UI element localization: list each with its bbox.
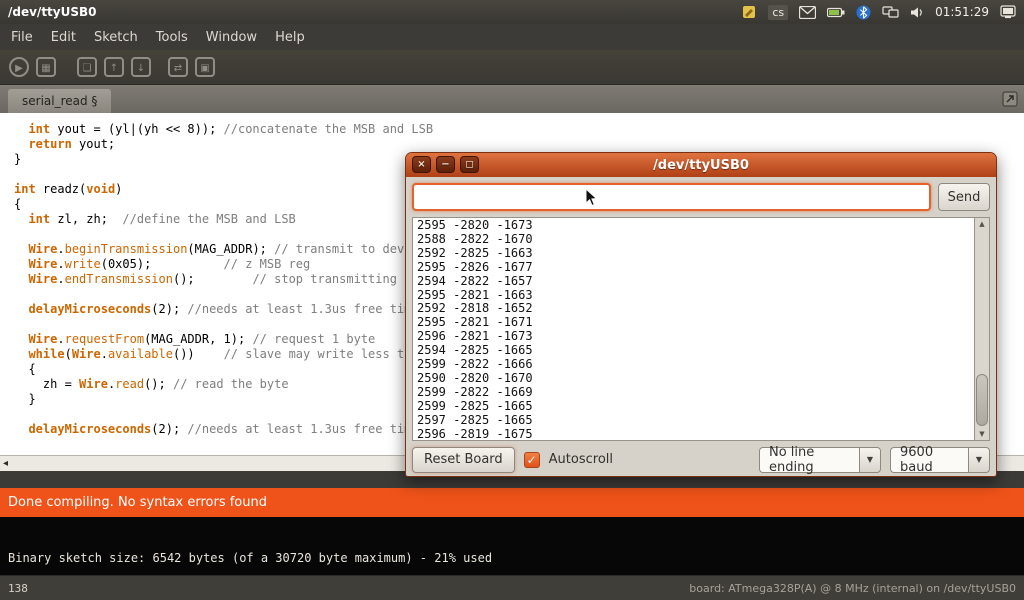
scroll-down-icon[interactable]: ▼ <box>975 430 989 438</box>
open-sketch-button[interactable]: ↑ <box>104 57 124 77</box>
chevron-down-icon[interactable]: ▼ <box>968 447 990 473</box>
serial-line: 2588 -2822 -1670 <box>417 233 974 247</box>
serial-monitor-button[interactable]: ▣ <box>195 57 215 77</box>
new-sketch-button[interactable]: ❏ <box>77 57 97 77</box>
menu-help[interactable]: Help <box>266 26 314 49</box>
serial-line: 2592 -2825 -1663 <box>417 247 974 261</box>
serial-line: 2590 -2820 -1670 <box>417 372 974 386</box>
menu-window[interactable]: Window <box>197 26 266 49</box>
network-icon[interactable] <box>882 6 899 19</box>
serial-scrollbar[interactable]: ▲ ▼ <box>974 218 989 440</box>
save-sketch-button[interactable]: ↓ <box>131 57 151 77</box>
keyboard-layout-indicator[interactable]: cs <box>768 5 788 20</box>
serial-monitor-body: Send 2595 -2820 -16732588 -2822 -1670259… <box>406 177 996 476</box>
reset-board-button[interactable]: Reset Board <box>412 447 515 473</box>
serial-line: 2594 -2825 -1665 <box>417 344 974 358</box>
serial-line: 2594 -2822 -1657 <box>417 275 974 289</box>
serial-line: 2595 -2820 -1673 <box>417 219 974 233</box>
top-panel: /dev/ttyUSB0 cs 01:51:29 <box>0 0 1024 24</box>
serial-monitor-titlebar[interactable]: × − ◻ /dev/ttyUSB0 <box>406 153 996 177</box>
tab-serial-read[interactable]: serial_read § <box>8 89 111 113</box>
scrollbar-thumb[interactable] <box>976 374 988 426</box>
serial-line: 2599 -2822 -1666 <box>417 358 974 372</box>
upload-button[interactable]: ⇄ <box>168 57 188 77</box>
baud-rate-dropdown[interactable]: 9600 baud ▼ <box>890 447 990 473</box>
autoscroll-checkbox[interactable]: ✓ <box>524 452 540 468</box>
mail-icon[interactable] <box>799 6 816 19</box>
autoscroll-label: Autoscroll <box>549 452 613 467</box>
compile-status-bar: Done compiling. No syntax errors found <box>0 488 1024 517</box>
mouse-cursor <box>585 188 598 211</box>
serial-line: 2596 -2819 -1675 <box>417 428 974 440</box>
system-tray: cs 01:51:29 <box>741 4 1016 20</box>
serial-monitor-title: /dev/ttyUSB0 <box>653 158 749 173</box>
menu-file[interactable]: File <box>2 26 42 49</box>
menu-sketch[interactable]: Sketch <box>85 26 147 49</box>
console-output: Binary sketch size: 6542 bytes (of a 307… <box>8 551 492 565</box>
compile-status-text: Done compiling. No syntax errors found <box>8 495 267 510</box>
verify-button[interactable]: ▶ <box>9 57 29 77</box>
serial-send-input[interactable] <box>412 183 931 211</box>
build-console: Binary sketch size: 6542 bytes (of a 307… <box>0 517 1024 575</box>
serial-line: 2592 -2818 -1652 <box>417 302 974 316</box>
serial-line: 2599 -2825 -1665 <box>417 400 974 414</box>
bluetooth-icon[interactable] <box>856 5 871 20</box>
code-line: int yout = (yl|(yh << 8)); //concatenate… <box>14 122 1024 137</box>
menu-tools[interactable]: Tools <box>147 26 197 49</box>
close-icon[interactable]: × <box>412 156 431 173</box>
baud-rate-value: 9600 baud <box>890 447 968 473</box>
menubar: FileEditSketchToolsWindowHelp <box>0 24 1024 50</box>
bottom-status-bar: 138 board: ATmega328P(A) @ 8 MHz (intern… <box>0 575 1024 600</box>
serial-line: 2597 -2825 -1665 <box>417 414 974 428</box>
stop-button[interactable]: ▦ <box>36 57 56 77</box>
scroll-up-icon[interactable]: ▲ <box>975 220 989 228</box>
maximize-icon[interactable]: ◻ <box>460 156 479 173</box>
serial-line: 2595 -2826 -1677 <box>417 261 974 275</box>
session-power-icon[interactable] <box>1000 5 1016 19</box>
window-title: /dev/ttyUSB0 <box>8 5 97 19</box>
serial-line: 2599 -2822 -1669 <box>417 386 974 400</box>
line-ending-value: No line ending <box>759 447 859 473</box>
serial-line: 2596 -2821 -1673 <box>417 330 974 344</box>
serial-output-panel: 2595 -2820 -16732588 -2822 -16702592 -28… <box>412 217 990 441</box>
serial-line: 2595 -2821 -1671 <box>417 316 974 330</box>
chevron-down-icon[interactable]: ▼ <box>859 447 881 473</box>
serial-line: 2595 -2821 -1663 <box>417 289 974 303</box>
tab-bar: serial_read § <box>0 85 1024 113</box>
clock[interactable]: 01:51:29 <box>935 5 989 19</box>
serial-monitor-window: × − ◻ /dev/ttyUSB0 Send 2595 -2820 -1673… <box>405 152 997 477</box>
window-buttons: × − ◻ <box>412 156 479 173</box>
minimize-icon[interactable]: − <box>436 156 455 173</box>
serial-controls-row: Reset Board ✓ Autoscroll No line ending … <box>412 446 990 473</box>
toolbar: ▶ ▦ ❏ ↑ ↓ ⇄ ▣ <box>0 50 1024 85</box>
cursor-line-number: 138 <box>8 582 28 595</box>
notes-icon[interactable] <box>741 4 757 20</box>
send-button[interactable]: Send <box>938 183 990 211</box>
serial-output[interactable]: 2595 -2820 -16732588 -2822 -16702592 -28… <box>413 218 974 440</box>
tab-menu-icon[interactable] <box>1002 91 1018 107</box>
volume-icon[interactable] <box>910 6 924 19</box>
battery-icon[interactable] <box>827 7 845 18</box>
code-line: return yout; <box>14 137 1024 152</box>
board-info: board: ATmega328P(A) @ 8 MHz (internal) … <box>689 582 1016 595</box>
send-row: Send <box>412 183 990 211</box>
line-ending-dropdown[interactable]: No line ending ▼ <box>759 447 881 473</box>
scroll-left-icon[interactable]: ◂ <box>3 457 8 471</box>
menu-edit[interactable]: Edit <box>42 26 85 49</box>
